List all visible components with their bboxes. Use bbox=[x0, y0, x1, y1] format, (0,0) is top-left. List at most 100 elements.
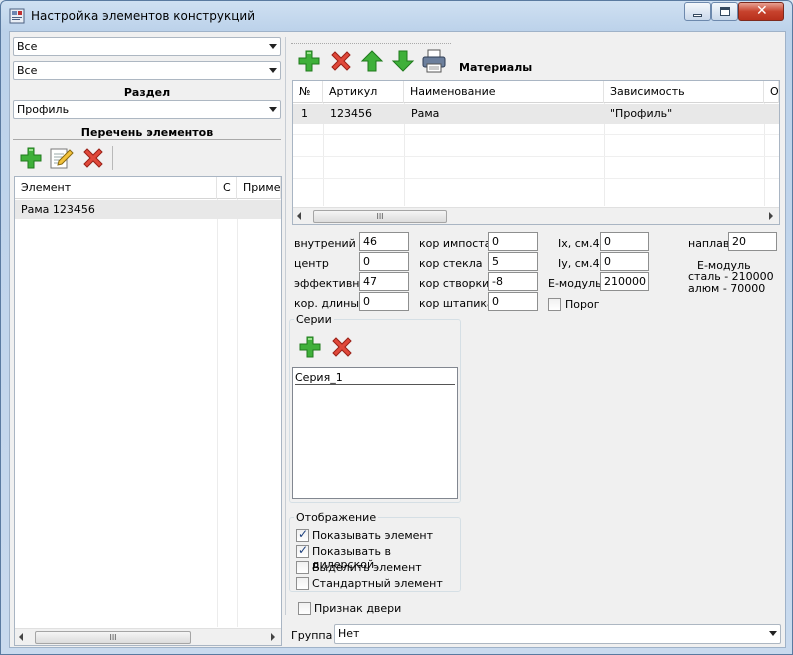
scroll-left-icon[interactable] bbox=[19, 633, 23, 641]
mullion-correction-field[interactable]: 0 bbox=[488, 232, 538, 251]
scroll-thumb[interactable]: III bbox=[35, 631, 191, 644]
horizontal-scrollbar[interactable]: III bbox=[293, 207, 779, 224]
checkbox-box bbox=[298, 602, 311, 615]
series-list[interactable]: Серия_1 bbox=[292, 367, 458, 499]
maximize-icon bbox=[720, 7, 730, 16]
app-icon bbox=[9, 8, 25, 24]
display-group-label: Отображение bbox=[294, 511, 379, 524]
sash-correction-field[interactable]: -8 bbox=[488, 272, 538, 291]
delete-element-button[interactable] bbox=[81, 146, 105, 170]
show-in-dealer-checkbox[interactable]: ✓ Показывать в дилерской bbox=[296, 543, 456, 571]
section-combo-value: Профиль bbox=[17, 103, 70, 116]
delete-series-button[interactable] bbox=[330, 335, 354, 359]
center-field[interactable]: 0 bbox=[359, 252, 409, 271]
plus-icon bbox=[299, 336, 321, 358]
column-header[interactable]: Наименование bbox=[404, 81, 604, 103]
toolbar-separator bbox=[112, 146, 113, 170]
overlap-field[interactable]: 20 bbox=[728, 232, 777, 251]
list-item[interactable]: Серия_1 bbox=[295, 371, 455, 385]
add-series-button[interactable] bbox=[298, 335, 322, 359]
length-correction-field[interactable]: 0 bbox=[359, 292, 409, 311]
group-combo-value: Нет bbox=[338, 627, 360, 640]
edit-icon bbox=[50, 148, 74, 169]
panel-splitter[interactable] bbox=[285, 37, 286, 615]
element-grid[interactable]: Элемент С Примеча Рама 123456 III bbox=[14, 176, 282, 646]
table-cell: Рама 123456 bbox=[21, 203, 95, 216]
scroll-thumb[interactable]: III bbox=[313, 210, 447, 223]
column-header[interactable]: С bbox=[217, 177, 237, 199]
ix-field[interactable]: 0 bbox=[600, 232, 649, 251]
door-flag-checkbox[interactable]: Признак двери bbox=[298, 602, 458, 616]
column-header[interactable]: Артикул bbox=[323, 81, 404, 103]
delete-material-button[interactable] bbox=[329, 49, 353, 73]
element-list-label: Перечень элементов bbox=[80, 126, 214, 139]
maximize-button[interactable] bbox=[711, 2, 738, 21]
checkbox-label: Стандартный элемент bbox=[312, 577, 443, 590]
element-grid-header: Элемент С Примеча bbox=[15, 177, 281, 199]
delete-icon bbox=[332, 337, 352, 357]
highlight-element-checkbox[interactable]: Выделить элемент bbox=[296, 561, 456, 575]
series-group-label: Серии bbox=[294, 313, 334, 326]
show-element-checkbox[interactable]: ✓ Показывать элемент bbox=[296, 527, 456, 543]
section-label: Раздел bbox=[123, 86, 171, 99]
mullion-correction-label: кор импоста bbox=[419, 237, 492, 250]
materials-label: Материалы bbox=[459, 61, 533, 74]
horizontal-scrollbar[interactable]: III bbox=[15, 628, 281, 645]
grid-line bbox=[293, 156, 779, 157]
filter-combo-1[interactable]: Все bbox=[13, 37, 281, 56]
effective-label: эффективн bbox=[294, 277, 360, 290]
checkbox-label: Признак двери bbox=[314, 602, 402, 615]
add-element-button[interactable] bbox=[19, 146, 43, 170]
length-correction-label: кор. длины bbox=[294, 297, 360, 310]
table-row[interactable]: 1 123456 Рама "Профиль" bbox=[293, 104, 779, 124]
section-combo[interactable]: Профиль bbox=[13, 100, 281, 119]
sash-correction-label: кор створки bbox=[419, 277, 490, 290]
group-label: Группа bbox=[291, 629, 333, 642]
table-cell: 1 bbox=[301, 107, 308, 120]
filter-combo-2[interactable]: Все bbox=[13, 61, 281, 80]
chevron-down-icon bbox=[269, 107, 277, 112]
add-material-button[interactable] bbox=[297, 49, 321, 73]
column-header[interactable]: Примеча bbox=[237, 177, 281, 199]
grid-line bbox=[293, 134, 779, 135]
column-header[interactable]: Зависимость bbox=[604, 81, 764, 103]
iy-label: Iy, см.4 bbox=[558, 257, 600, 270]
move-up-button[interactable] bbox=[360, 49, 384, 73]
checkbox-box bbox=[548, 298, 561, 311]
glass-correction-label: кор стекла bbox=[419, 257, 483, 270]
print-button[interactable] bbox=[421, 48, 447, 74]
inner-label: внутрений bbox=[294, 237, 356, 250]
effective-field[interactable]: 47 bbox=[359, 272, 409, 291]
column-header[interactable]: Элемент bbox=[15, 177, 217, 199]
scroll-left-icon[interactable] bbox=[297, 212, 301, 220]
bead-correction-label: кор штапика bbox=[419, 297, 494, 310]
table-cell: Рама bbox=[411, 107, 440, 120]
minimize-button[interactable] bbox=[684, 2, 711, 21]
check-icon: ✓ bbox=[298, 543, 309, 557]
group-combo[interactable]: Нет bbox=[334, 624, 781, 644]
checkbox-label: Выделить элемент bbox=[312, 561, 422, 574]
chevron-down-icon bbox=[769, 631, 777, 636]
move-down-button[interactable] bbox=[391, 49, 415, 73]
scroll-right-icon[interactable] bbox=[271, 633, 275, 641]
column-header[interactable]: № bbox=[293, 81, 323, 103]
close-icon: ✕ bbox=[756, 3, 768, 19]
checkbox-box bbox=[296, 561, 309, 574]
materials-grid[interactable]: № Артикул Наименование Зависимость Оп 1 … bbox=[292, 80, 780, 225]
bead-correction-field[interactable]: 0 bbox=[488, 292, 538, 311]
e-modulus-field[interactable]: 210000 bbox=[600, 272, 649, 291]
minimize-icon bbox=[693, 14, 702, 17]
column-header[interactable]: Оп bbox=[764, 81, 779, 103]
inner-field[interactable]: 46 bbox=[359, 232, 409, 251]
filter-combo-1-value: Все bbox=[17, 40, 38, 53]
table-row[interactable]: Рама 123456 bbox=[15, 200, 281, 219]
threshold-checkbox[interactable] bbox=[548, 298, 561, 311]
scroll-right-icon[interactable] bbox=[769, 212, 773, 220]
glass-correction-field[interactable]: 5 bbox=[488, 252, 538, 271]
standard-element-checkbox[interactable]: Стандартный элемент bbox=[296, 577, 456, 591]
iy-field[interactable]: 0 bbox=[600, 252, 649, 271]
checkbox-label: Показывать элемент bbox=[312, 529, 434, 542]
close-button[interactable]: ✕ bbox=[738, 2, 784, 21]
edit-element-button[interactable] bbox=[49, 146, 75, 170]
app-window: Настройка элементов конструкций ✕ Все Вс… bbox=[0, 0, 793, 655]
